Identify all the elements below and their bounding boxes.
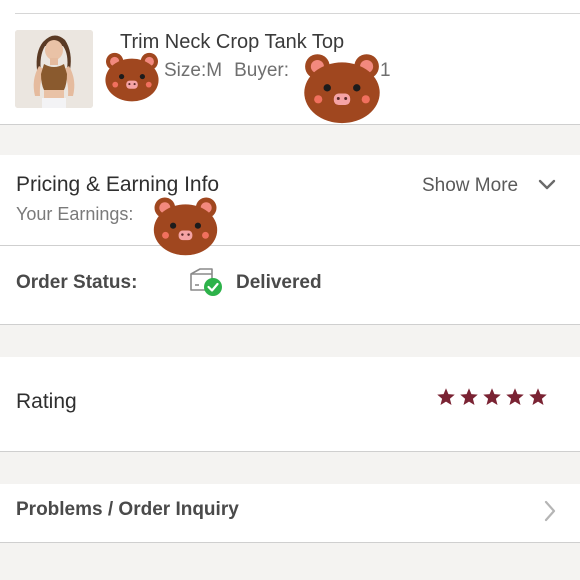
top-divider bbox=[15, 13, 580, 14]
section-divider bbox=[0, 542, 580, 543]
star-icon bbox=[506, 388, 524, 405]
problems-inquiry-link[interactable]: Problems / Order Inquiry bbox=[16, 499, 239, 521]
order-status-label: Order Status: bbox=[16, 272, 138, 293]
delivered-box-icon bbox=[188, 266, 224, 298]
bear-sticker-icon bbox=[149, 194, 222, 256]
product-meta: Size:M Buyer: bbox=[164, 60, 289, 82]
star-icon bbox=[460, 388, 478, 405]
show-more-button[interactable]: Show More bbox=[422, 175, 518, 197]
product-thumbnail[interactable] bbox=[15, 30, 93, 108]
order-status-value: Delivered bbox=[236, 272, 322, 293]
chevron-right-icon[interactable] bbox=[543, 499, 557, 523]
rating-label: Rating bbox=[16, 390, 77, 413]
bear-sticker-icon bbox=[103, 50, 161, 102]
section-divider bbox=[0, 124, 580, 125]
buyer-label: Buyer: bbox=[234, 60, 289, 81]
star-icon bbox=[529, 388, 547, 405]
section-divider bbox=[0, 451, 580, 452]
section-divider bbox=[0, 324, 580, 325]
star-icon bbox=[483, 388, 501, 405]
size-text: Size:M bbox=[164, 60, 223, 81]
star-rating bbox=[436, 387, 548, 409]
earnings-label: Your Earnings: bbox=[16, 204, 134, 224]
bear-sticker-icon bbox=[301, 50, 383, 124]
pricing-section bbox=[0, 155, 580, 245]
chevron-down-icon[interactable] bbox=[538, 178, 556, 190]
star-icon bbox=[437, 388, 455, 405]
